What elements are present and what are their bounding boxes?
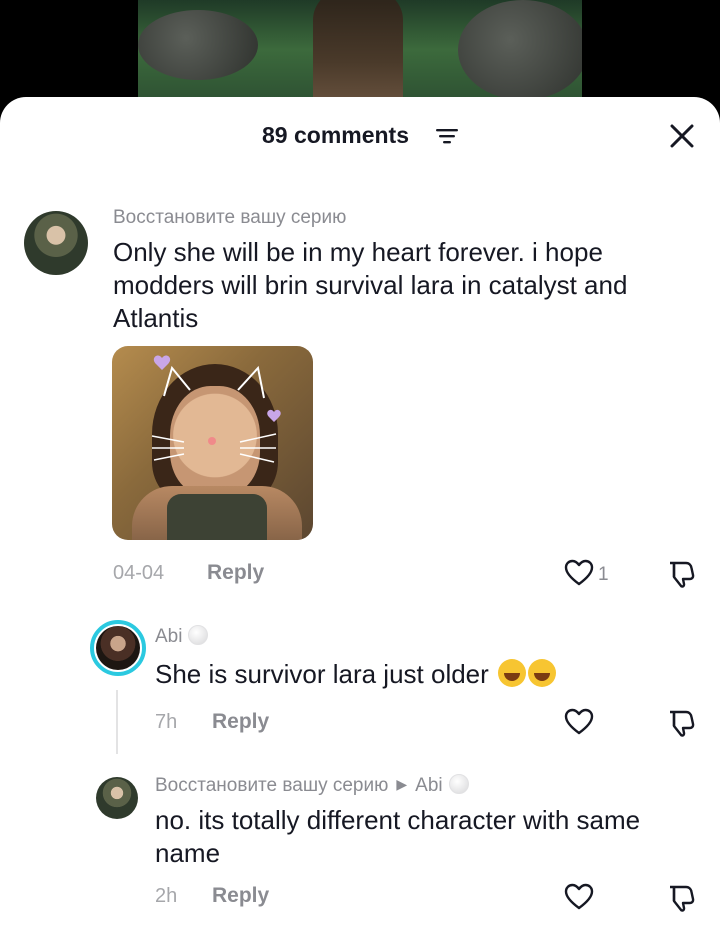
video-background [0,0,720,110]
badge-icon [188,625,209,645]
video-rock [138,10,258,80]
dislike-icon[interactable] [666,558,696,588]
heart-icon[interactable] [564,558,594,588]
reply-username-text: Abi [155,626,183,647]
laughing-emoji-icon [528,659,557,687]
reply-button[interactable]: Reply [207,561,264,585]
reply-text: She is survivor lara just older [155,658,695,691]
comment-date: 04-04 [113,562,165,584]
video-frame [138,0,582,110]
sticker-cat-ears-doodle [151,355,281,463]
dislike-icon[interactable] [666,707,696,737]
avatar[interactable] [24,211,88,275]
reply-to-username[interactable]: Abi [415,775,442,796]
filter-icon[interactable] [436,128,458,144]
video-rock [458,0,582,100]
comment-text: Only she will be in my heart forever. i … [113,237,628,333]
thread-line [116,690,118,754]
video-figure [313,0,403,110]
reply-username-text: Восстановите вашу серию [155,775,389,796]
comments-sheet: 89 comments Восстановите вашу серию Only… [0,97,720,930]
heart-icon[interactable] [564,707,594,737]
reply-username[interactable]: Abi [155,625,209,648]
reply-button[interactable]: Reply [212,884,269,908]
reply-time: 7h [155,711,178,733]
reply-username[interactable]: Восстановите вашу серию ▶ Abi [155,774,469,797]
close-icon[interactable] [667,121,697,151]
laughing-emoji-icon [498,659,527,687]
reply-text-content: She is survivor lara just older [155,659,489,689]
like-count: 1 [598,564,609,585]
avatar[interactable] [96,626,140,670]
reply-text: no. its totally different character with… [155,805,641,868]
heart-icon[interactable] [564,882,594,912]
dislike-icon[interactable] [666,882,696,912]
reply-time: 2h [155,885,178,907]
avatar[interactable] [96,777,138,819]
comment-username[interactable]: Восстановите вашу серию [113,207,346,229]
badge-icon [448,774,469,794]
comments-header: 89 comments [0,97,720,173]
reply-button[interactable]: Reply [212,710,269,734]
comment-sticker-image[interactable] [112,346,313,540]
reply-arrow-icon: ▶ [396,776,408,792]
comment-count: 89 comments [262,122,410,148]
